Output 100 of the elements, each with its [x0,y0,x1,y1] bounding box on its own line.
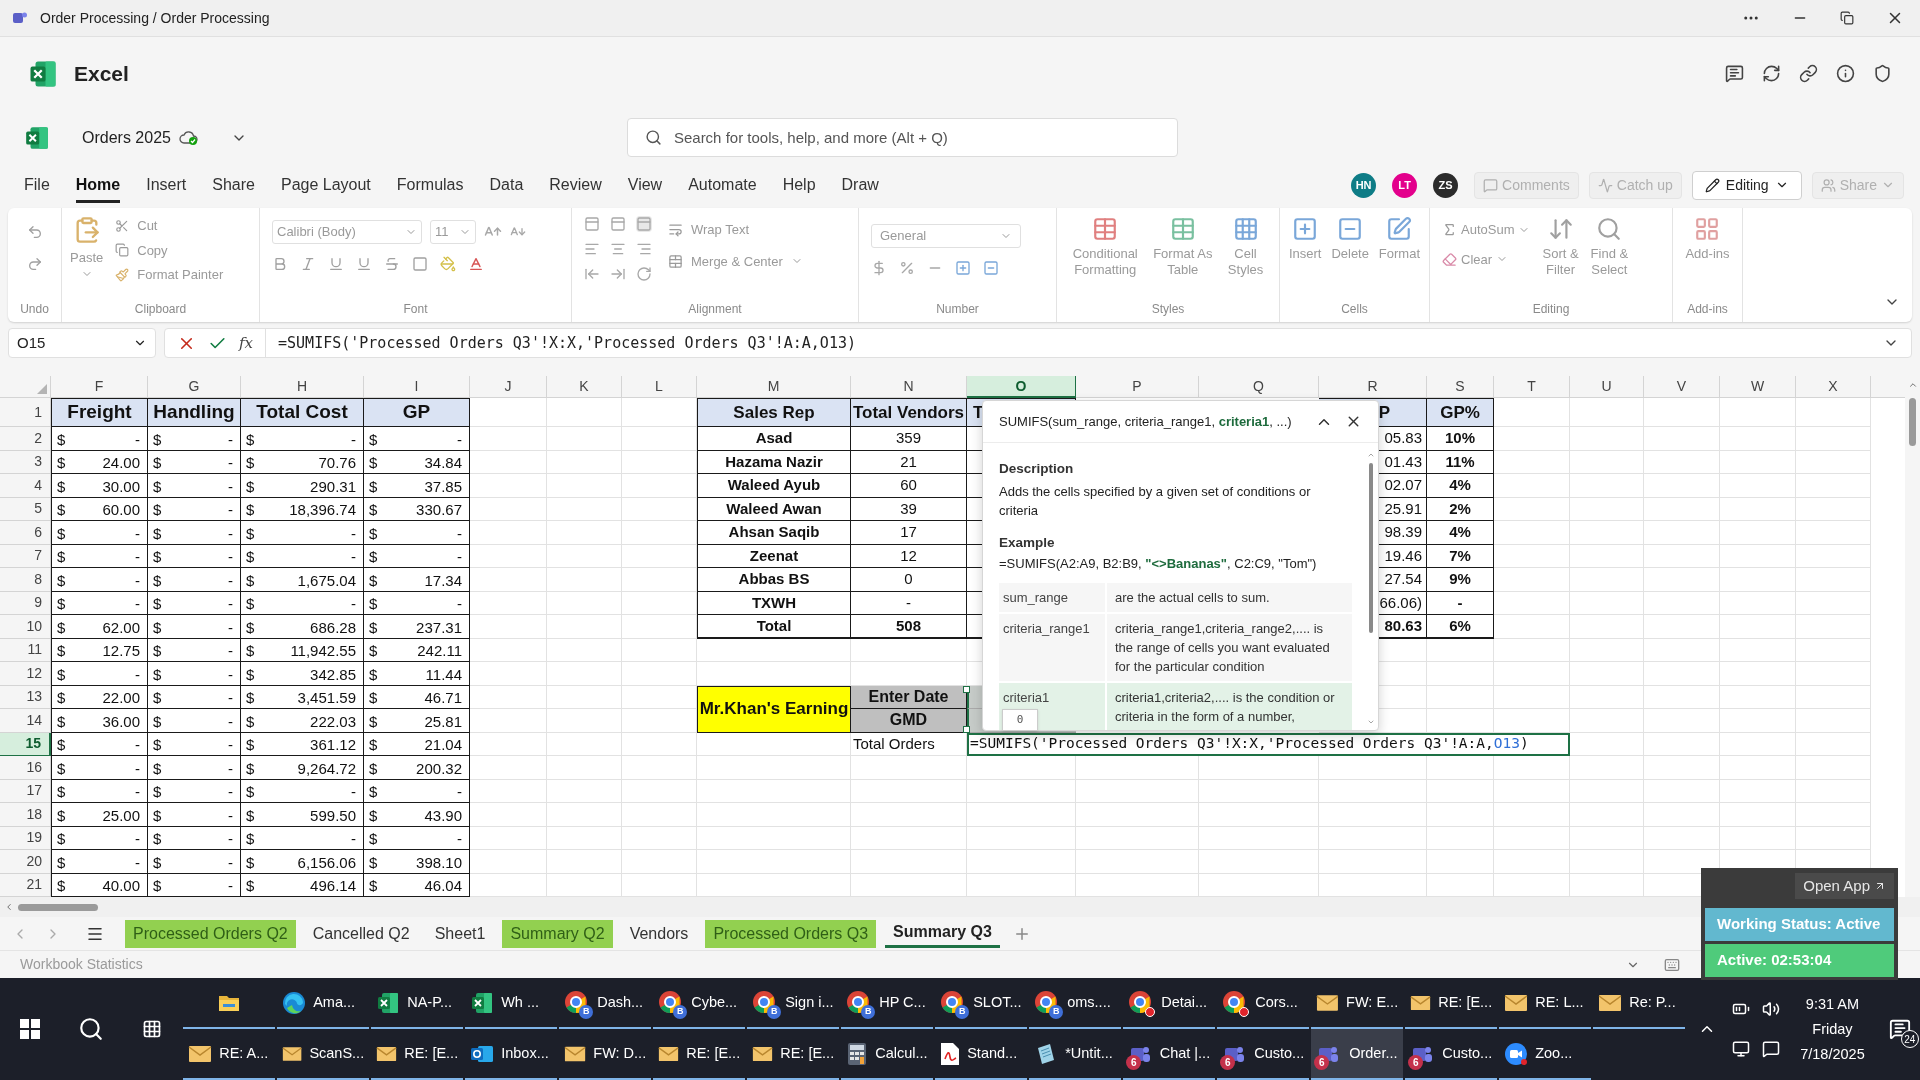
task-view-icon[interactable] [142,1019,162,1039]
currency-icon[interactable] [871,260,887,276]
taskbar-item[interactable]: NA-P... [371,978,464,1029]
user-avatar[interactable]: ZS [1433,172,1459,198]
sheet-tab[interactable]: Processed Orders Q2 [125,919,296,948]
network-icon[interactable] [1732,1040,1751,1058]
menu-tab[interactable]: Review [549,167,602,203]
row-header[interactable]: 5 [0,497,51,521]
row-header[interactable]: 1 [0,398,51,427]
row-header[interactable]: 19 [0,826,51,850]
row-header[interactable]: 13 [0,685,51,709]
menu-tab[interactable]: Data [489,167,524,203]
bold-icon[interactable] [272,256,288,272]
column-header[interactable]: S [1427,376,1494,398]
start-icon[interactable] [20,1019,40,1039]
scrollbar-thumb[interactable] [1909,398,1916,446]
row-header[interactable]: 11 [0,638,51,662]
info-icon[interactable] [1836,64,1855,83]
undo-icon[interactable] [26,224,43,240]
clock-date[interactable]: 7/18/2025 [1800,1041,1865,1067]
column-header[interactable]: G [148,376,241,398]
shield-icon[interactable] [1873,64,1892,83]
taskbar-item[interactable]: B SLOT... [935,978,1028,1029]
top-align-icon[interactable] [584,216,600,232]
increase-indent-icon[interactable] [610,266,626,282]
row-header[interactable]: 2 [0,427,51,451]
increase-decimal-icon[interactable] [955,260,971,276]
column-header[interactable]: L [622,376,697,398]
taskbar-item[interactable]: RE: [E... [653,1029,746,1080]
menu-tab[interactable]: Automate [688,167,757,203]
column-header[interactable]: W [1720,376,1796,398]
menu-tab[interactable]: Draw [841,167,879,203]
scroll-up-icon[interactable] [1907,380,1918,390]
menu-tab[interactable]: Insert [146,167,187,203]
taskbar-item[interactable]: B Sign i... [747,978,840,1029]
taskbar-item[interactable]: RE: [E... [371,1029,464,1080]
column-header[interactable]: K [547,376,622,398]
menu-tab[interactable]: Share [212,167,255,203]
row-header[interactable]: 7 [0,544,51,568]
row-header[interactable]: 16 [0,756,51,780]
sheet-tab[interactable]: Summary Q3 [885,919,1000,948]
taskbar-item[interactable]: B oms.... [1029,978,1122,1029]
sheet-tab[interactable]: Cancelled Q2 [304,919,418,948]
row-header[interactable]: 6 [0,521,51,545]
column-header[interactable]: N [851,376,967,398]
column-header[interactable]: P [1076,376,1199,398]
volume-icon[interactable] [1762,1000,1781,1018]
clock-time[interactable]: 9:31 AM [1805,991,1860,1017]
user-avatar[interactable]: LT [1392,172,1418,198]
underline-icon[interactable] [328,256,344,272]
scroll-up-icon[interactable] [1367,451,1375,459]
restore-icon[interactable] [1840,11,1854,25]
scrollbar-thumb[interactable] [18,903,98,911]
name-box[interactable]: O15 [8,328,156,358]
decrease-indent-icon[interactable] [584,266,600,282]
taskbar-item[interactable]: *Untit... [1029,1029,1122,1080]
user-avatar[interactable]: HN [1351,172,1377,198]
taskbar-item[interactable]: B Dash... [559,978,652,1029]
link-icon[interactable] [1799,64,1818,83]
taskbar-item[interactable]: Stand... [935,1029,1028,1080]
select-all-icon[interactable] [37,384,47,394]
column-header[interactable]: U [1570,376,1644,398]
column-header[interactable]: T [1494,376,1570,398]
align-right-icon[interactable] [636,241,652,257]
taskbar-item[interactable]: B HP C... [841,978,934,1029]
clock-day[interactable]: Friday [1812,1016,1853,1042]
taskbar-item[interactable]: ScanS... [277,1029,370,1080]
taskbar-item[interactable]: B Cybe... [653,978,746,1029]
row-header[interactable]: 4 [0,474,51,498]
insert-function-button[interactable]: fx [239,331,253,355]
menu-tab[interactable]: Help [782,167,816,203]
taskbar-item[interactable]: Calcul... [841,1029,934,1080]
column-header[interactable]: R [1319,376,1427,398]
sheet-tab[interactable]: Sheet1 [426,919,494,948]
column-header[interactable]: I [364,376,470,398]
column-header[interactable]: V [1644,376,1720,398]
sheet-tab[interactable]: Processed Orders Q3 [705,919,877,948]
taskbar-item[interactable]: FW: D... [559,1029,652,1080]
orientation-icon[interactable] [636,266,652,282]
menu-tab[interactable]: Page Layout [280,167,371,203]
menu-tab[interactable]: View [627,167,663,203]
taskbar-item[interactable]: RE: A... [183,1029,276,1080]
middle-align-icon[interactable] [610,216,626,232]
taskbar-item[interactable]: RE: [E... [747,1029,840,1080]
row-header[interactable]: 14 [0,709,51,733]
sheet-tab[interactable]: Summary Q2 [502,919,613,948]
document-name[interactable]: Orders 2025 [82,125,171,150]
taskbar-item[interactable]: 6 Custo... [1217,1029,1310,1080]
taskbar-item[interactable]: RE: L... [1499,978,1592,1029]
taskbar-item[interactable]: Cors... [1217,978,1310,1029]
menu-tab[interactable]: Formulas [396,167,464,203]
taskbar-item[interactable]: 6 Order... [1311,1029,1404,1080]
taskbar-item[interactable]: Detai... [1123,978,1216,1029]
taskbar-item[interactable]: 6 Custo... [1405,1029,1498,1080]
column-header[interactable]: M [697,376,851,398]
taskbar-item[interactable]: 6 Chat |... [1123,1029,1216,1080]
row-header[interactable]: 21 [0,873,51,897]
taskbar-item[interactable]: Inbox... [465,1029,558,1080]
taskbar-item[interactable]: Zoo... [1499,1029,1592,1080]
column-header[interactable]: J [470,376,547,398]
